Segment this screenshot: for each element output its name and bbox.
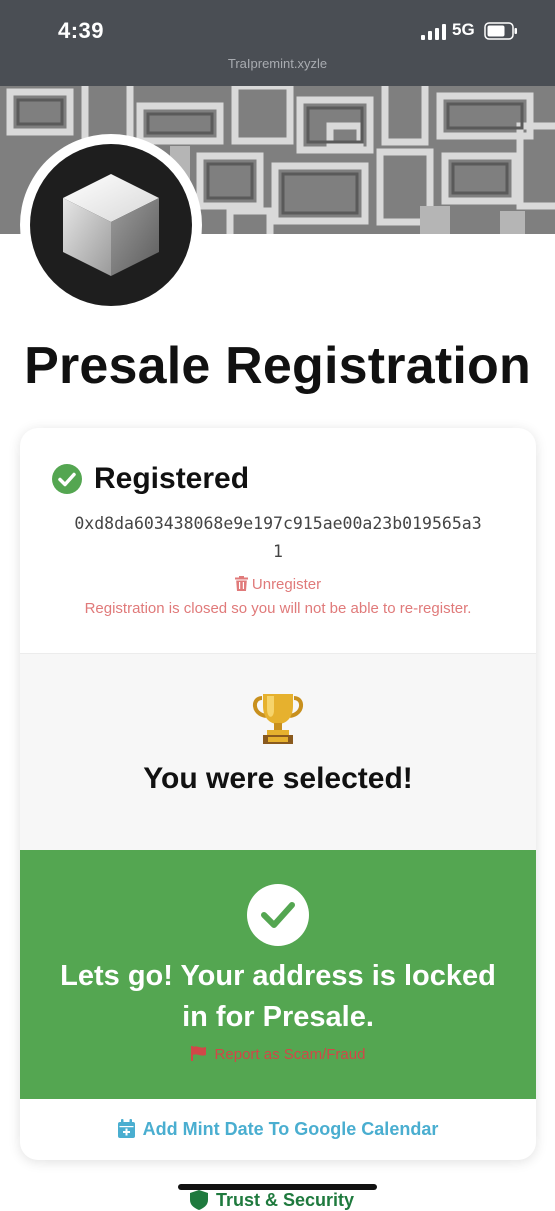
trust-security-link[interactable]: Trust & Security (190, 1190, 354, 1211)
calendar-plus-icon (117, 1119, 135, 1138)
wallet-address-line-1: 0xd8da603438068e9e197c915ae00a23b019565a… (74, 514, 482, 533)
flag-icon (190, 1046, 206, 1061)
wallet-address: 0xd8da603438068e9e197c915ae00a23b019565a… (48, 510, 508, 566)
status-bar: 4:39 5G Tra​Ipre​mint​.xyzle (0, 0, 555, 86)
cube-logo-icon (63, 174, 159, 276)
selected-message: You were selected! (143, 762, 413, 795)
check-icon (261, 902, 295, 928)
selection-result: You were selected! (20, 653, 536, 851)
unregister-button[interactable]: Unregister (20, 576, 536, 593)
locked-in-section: Lets go! Your address is locked in for P… (20, 850, 536, 1099)
collection-avatar (20, 134, 202, 316)
network-type: 5G (452, 20, 475, 39)
registration-closed-note: Registration is closed so you will not b… (84, 600, 472, 617)
report-scam-label: Report as Scam/Fraud (214, 1046, 366, 1063)
trust-security-label: Trust & Security (216, 1190, 355, 1210)
home-indicator[interactable] (178, 1184, 377, 1190)
confirmed-check (247, 884, 309, 946)
registration-status: Registered (52, 462, 249, 496)
status-time: 4:39 (58, 18, 105, 43)
page-title: Presale Registration (24, 337, 531, 395)
locked-in-message: Lets go! Your address is locked in for P… (60, 960, 496, 1033)
shield-icon (190, 1190, 208, 1210)
registration-card: Registered 0xd8da603438068e9e197c915ae00… (20, 428, 536, 1160)
add-to-calendar-button[interactable]: Add Mint Date To Google Calendar (20, 1099, 536, 1160)
registration-status-label: Registered (94, 462, 250, 495)
wallet-address-line-2: 1 (273, 542, 283, 561)
trophy-icon (253, 694, 303, 744)
trash-icon (234, 576, 248, 591)
signal-icon (421, 24, 446, 40)
check-circle-icon (52, 464, 82, 494)
add-to-calendar-label: Add Mint Date To Google Calendar (142, 1119, 439, 1139)
url-bar[interactable]: Tra​Ipre​mint​.xyzle (0, 56, 555, 71)
unregister-label: Unregister (251, 576, 322, 593)
battery-icon (484, 22, 517, 40)
report-scam-link[interactable]: Report as Scam/Fraud (20, 1046, 536, 1063)
